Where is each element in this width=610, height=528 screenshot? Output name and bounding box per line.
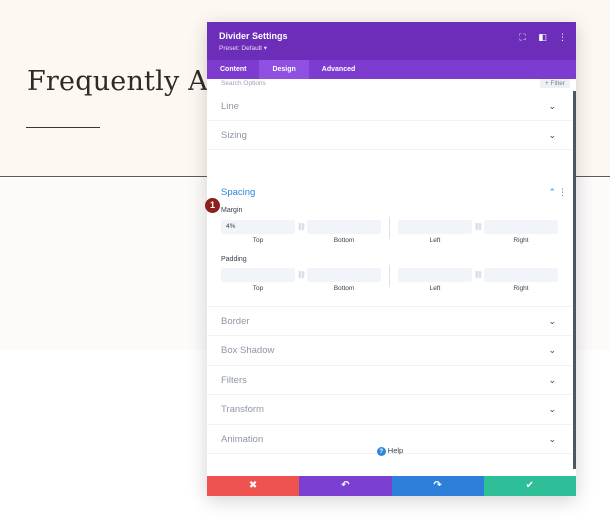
heading-divider <box>26 127 100 128</box>
margin-bottom-label: Bottom <box>333 237 355 244</box>
tab-advanced[interactable]: Advanced <box>309 60 368 79</box>
filter-button[interactable]: + Filter <box>539 79 570 88</box>
redo-button[interactable]: ↷ <box>391 476 484 496</box>
undo-button[interactable]: ↶ <box>299 476 392 496</box>
toggle-border[interactable]: Border ⌄ <box>207 307 573 336</box>
toggle-spacing-title[interactable]: Spacing <box>221 187 255 198</box>
chevron-down-icon: ⌄ <box>548 316 556 326</box>
expand-icon[interactable]: ⛶ <box>517 32 528 42</box>
toggle-sizing-title: Sizing <box>221 130 247 141</box>
page-heading: Frequently Ask <box>27 66 207 97</box>
toggle-filters[interactable]: Filters ⌄ <box>207 366 573 395</box>
modal-header: Divider Settings Preset: Default ▾ ⛶ ◧ ⋮ <box>207 22 576 60</box>
toggle-transform-title: Transform <box>221 404 264 415</box>
padding-right-input[interactable] <box>484 268 558 282</box>
link-icon[interactable]: ⛓ <box>474 223 483 231</box>
toggle-border-title: Border <box>221 316 250 327</box>
toggle-box-shadow-title: Box Shadow <box>221 345 275 356</box>
tab-content[interactable]: Content <box>207 60 259 79</box>
padding-left-label: Left <box>429 285 441 292</box>
padding-right-label: Right <box>513 285 529 292</box>
cancel-button[interactable]: ✖ <box>207 476 300 496</box>
settings-body: Line ⌄ Sizing ⌄ Spacing ⌃ ⋮ Margin 4% ⛓ … <box>207 91 576 496</box>
margin-right-label: Right <box>513 237 529 244</box>
padding-top-input[interactable] <box>221 268 295 282</box>
padding-label: Padding <box>221 256 247 263</box>
margin-left-label: Left <box>429 237 441 244</box>
chevron-down-icon: ⌄ <box>548 345 556 355</box>
more-icon[interactable]: ⋮ <box>558 187 567 198</box>
toggle-filters-title: Filters <box>221 375 247 386</box>
link-icon[interactable]: ⛓ <box>297 271 306 279</box>
link-icon[interactable]: ⛓ <box>474 271 483 279</box>
scrollbar[interactable] <box>573 91 576 469</box>
margin-label: Margin <box>221 207 243 214</box>
padding-bottom-label: Bottom <box>333 285 355 292</box>
more-icon[interactable]: ⋮ <box>557 32 568 42</box>
toggle-line[interactable]: Line ⌄ <box>207 91 573 121</box>
column-divider <box>389 217 390 239</box>
tab-design[interactable]: Design <box>259 60 309 79</box>
padding-bottom-input[interactable] <box>307 268 381 282</box>
chevron-down-icon: ⌄ <box>548 375 556 385</box>
margin-left-input[interactable] <box>398 220 472 234</box>
toggle-transform[interactable]: Transform ⌄ <box>207 395 573 425</box>
chevron-down-icon: ⌄ <box>548 101 556 111</box>
help-label: Help <box>387 446 404 455</box>
search-options: Search Options + Filter <box>207 79 576 91</box>
link-icon[interactable]: ⛓ <box>297 223 306 231</box>
chevron-down-icon: ⌄ <box>548 434 556 444</box>
margin-top-input[interactable]: 4% <box>221 220 295 234</box>
margin-bottom-input[interactable] <box>307 220 381 234</box>
help-link[interactable]: ? Help <box>207 446 573 456</box>
toggle-box-shadow[interactable]: Box Shadow ⌄ <box>207 336 573 366</box>
modal-title: Divider Settings <box>219 31 288 41</box>
toggle-sizing[interactable]: Sizing ⌄ <box>207 121 573 150</box>
chevron-up-icon[interactable]: ⌃ <box>548 187 556 198</box>
toggle-line-title: Line <box>221 101 239 112</box>
sidebar-icon[interactable]: ◧ <box>537 32 548 42</box>
column-divider <box>389 265 390 287</box>
help-icon: ? <box>376 447 386 456</box>
chevron-down-icon: ⌄ <box>548 404 556 414</box>
margin-right-input[interactable] <box>484 220 558 234</box>
toggle-spacing: Spacing ⌃ ⋮ Margin 4% ⛓ ⛓ Top Bottom Lef… <box>207 150 573 307</box>
margin-top-label: Top <box>252 237 264 244</box>
toggle-animation-title: Animation <box>221 434 264 445</box>
save-button[interactable]: ✔ <box>483 476 576 496</box>
search-input[interactable]: Search Options <box>221 80 266 87</box>
padding-top-label: Top <box>252 285 264 292</box>
step-badge: 1 <box>205 198 220 213</box>
settings-tabs: Content Design Advanced <box>207 60 576 79</box>
modal-footer: ✖ ↶ ↷ ✔ <box>207 476 576 496</box>
divider-settings-modal: Divider Settings Preset: Default ▾ ⛶ ◧ ⋮… <box>205 22 576 496</box>
preset-selector[interactable]: Preset: Default ▾ <box>219 44 267 52</box>
chevron-down-icon: ⌄ <box>548 130 556 140</box>
padding-left-input[interactable] <box>398 268 472 282</box>
